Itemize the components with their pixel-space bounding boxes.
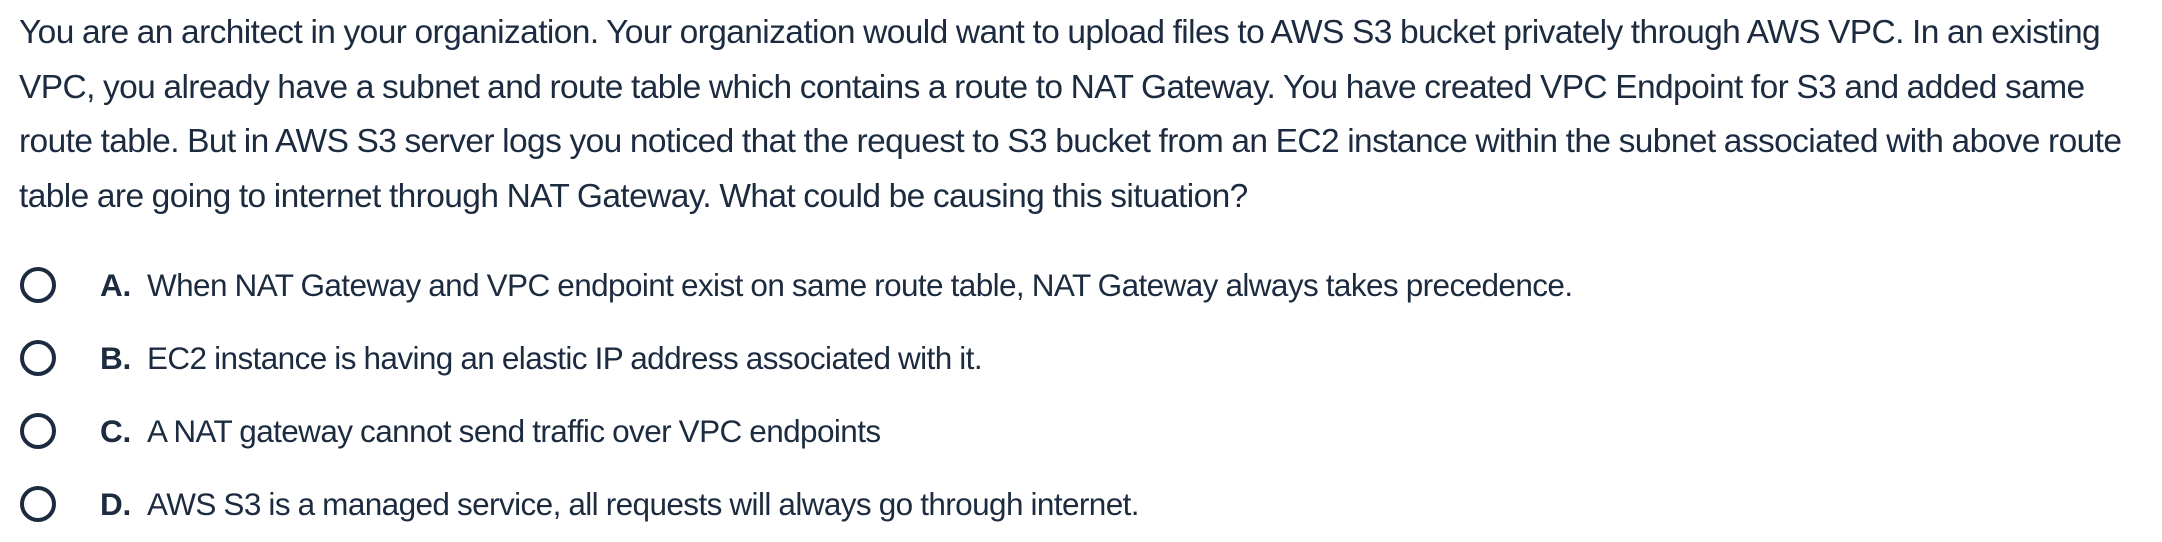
question-text: You are an architect in your organizatio…: [19, 14, 2122, 215]
option-letter: D.: [100, 485, 131, 522]
option-text: EC2 instance is having an elastic IP add…: [147, 339, 983, 376]
option-letter: A.: [100, 266, 131, 303]
option-a[interactable]: A. When NAT Gateway and VPC endpoint exi…: [0, 255, 2162, 315]
option-text: AWS S3 is a managed service, all request…: [147, 485, 1140, 522]
option-text: A NAT gateway cannot send traffic over V…: [147, 412, 881, 449]
option-c[interactable]: C. A NAT gateway cannot send traffic ove…: [0, 401, 2162, 461]
radio-button-icon[interactable]: [20, 413, 56, 449]
option-letter: B.: [100, 339, 131, 376]
option-letter: C.: [100, 412, 131, 449]
radio-button-icon[interactable]: [20, 340, 56, 376]
radio-button-icon[interactable]: [20, 486, 56, 522]
option-b[interactable]: B. EC2 instance is having an elastic IP …: [0, 328, 2162, 388]
option-text: When NAT Gateway and VPC endpoint exist …: [147, 266, 1573, 303]
radio-button-icon[interactable]: [20, 267, 56, 303]
option-d[interactable]: D. AWS S3 is a managed service, all requ…: [0, 474, 2162, 534]
